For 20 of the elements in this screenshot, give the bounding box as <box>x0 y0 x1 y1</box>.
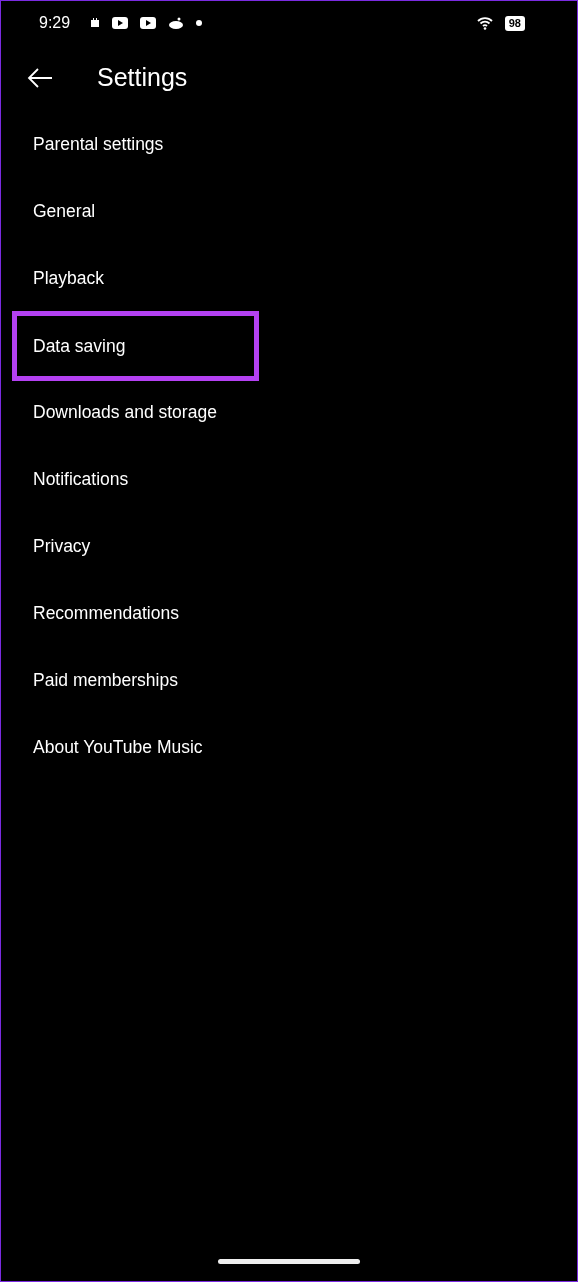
page-title: Settings <box>97 62 188 94</box>
settings-item[interactable]: Downloads and storage <box>1 379 577 446</box>
calendar-icon <box>90 18 101 28</box>
alien-icon <box>168 17 185 29</box>
settings-item[interactable]: Paid memberships <box>1 647 577 714</box>
settings-item[interactable]: Playback <box>1 245 577 312</box>
settings-item[interactable]: General <box>1 178 577 245</box>
status-time: 9:29 <box>39 13 71 33</box>
settings-item[interactable]: About YouTube Music <box>1 714 577 781</box>
battery-level: 98 <box>504 15 525 31</box>
settings-item[interactable]: Recommendations <box>1 580 577 647</box>
settings-item[interactable]: Notifications <box>1 446 577 513</box>
dot-icon <box>196 20 203 26</box>
settings-item[interactable]: Privacy <box>1 513 577 580</box>
settings-item[interactable]: Data saving <box>12 311 259 381</box>
wifi-icon <box>476 16 493 30</box>
back-button[interactable] <box>27 68 53 88</box>
settings-item[interactable]: Parental settings <box>1 111 577 178</box>
play-icon <box>140 17 157 29</box>
play-icon <box>112 17 129 29</box>
